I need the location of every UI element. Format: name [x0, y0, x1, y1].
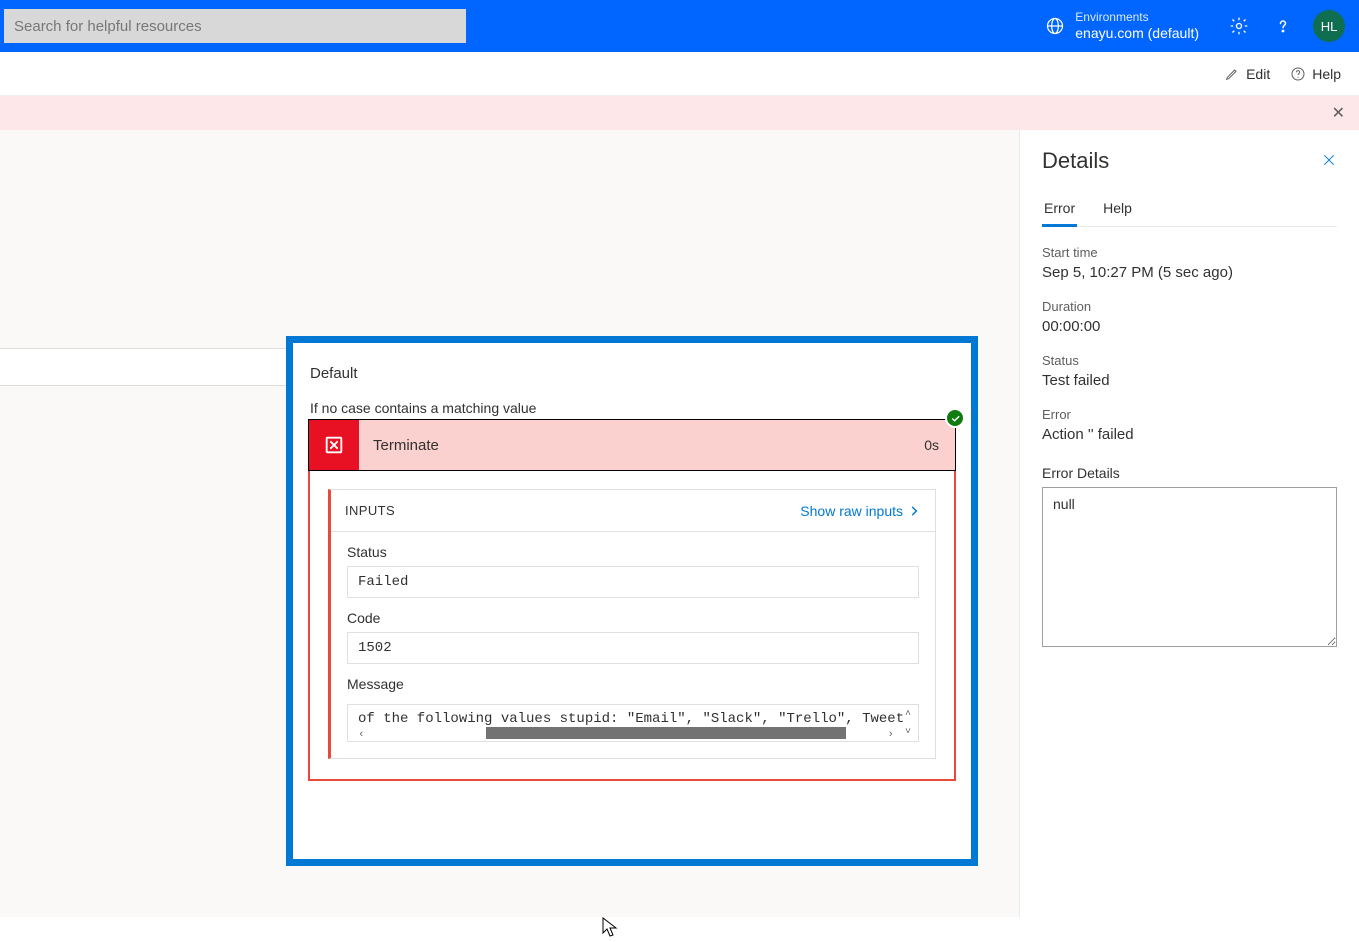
flow-card[interactable]: Default If no case contains a matching v… — [286, 336, 978, 866]
settings-button[interactable] — [1223, 10, 1255, 42]
question-circle-icon — [1290, 66, 1306, 82]
command-bar: Edit Help — [0, 52, 1359, 96]
scroll-arrows: ‹› — [356, 729, 896, 741]
status-success-badge — [945, 408, 965, 428]
terminate-action: Terminate 0s INPUTS Show raw inputs — [308, 419, 956, 781]
pencil-icon — [1224, 66, 1240, 82]
details-status-label: Status — [1042, 353, 1337, 368]
left-panel-strip — [0, 348, 286, 386]
help-button[interactable] — [1267, 10, 1299, 42]
details-error-label: Error — [1042, 407, 1337, 422]
check-icon — [950, 413, 961, 424]
details-tabs: Error Help — [1042, 192, 1337, 227]
inputs-label: INPUTS — [345, 503, 395, 518]
environment-picker[interactable]: Environments enayu.com (default) — [1045, 10, 1199, 41]
inputs-panel: INPUTS Show raw inputs Status Failed — [328, 489, 936, 759]
environment-icon — [1045, 16, 1065, 36]
vertical-scrollbar[interactable]: ˄ ˅ — [901, 709, 915, 737]
details-error-value: Action '' failed — [1042, 426, 1337, 443]
terminate-icon — [309, 420, 359, 470]
flow-canvas: Default If no case contains a matching v… — [0, 130, 1019, 917]
flow-card-title: Default — [293, 365, 971, 400]
close-icon — [1321, 152, 1337, 168]
mouse-cursor — [602, 917, 618, 939]
help-label: Help — [1312, 66, 1341, 82]
chevron-right-icon — [907, 504, 921, 518]
details-panel: Details Error Help Start time Sep 5, 10:… — [1019, 130, 1359, 917]
environment-label: Environments — [1075, 10, 1199, 24]
error-details-textarea[interactable] — [1042, 487, 1337, 647]
gear-icon — [1229, 16, 1249, 36]
app-header: Environments enayu.com (default) HL — [0, 0, 1359, 52]
status-field-label: Status — [347, 544, 919, 560]
action-duration: 0s — [908, 437, 955, 453]
error-details-label: Error Details — [1042, 465, 1337, 481]
banner-close-button[interactable]: ✕ — [1332, 103, 1345, 123]
status-field-value: Failed — [347, 566, 919, 598]
duration-label: Duration — [1042, 299, 1337, 314]
show-raw-inputs-link[interactable]: Show raw inputs — [800, 503, 921, 519]
edit-label: Edit — [1246, 66, 1270, 82]
details-status-value: Test failed — [1042, 372, 1337, 389]
action-name: Terminate — [359, 437, 908, 454]
action-header[interactable]: Terminate 0s — [308, 419, 956, 471]
duration-value: 00:00:00 — [1042, 318, 1337, 335]
avatar[interactable]: HL — [1313, 10, 1345, 42]
environment-value: enayu.com (default) — [1075, 25, 1199, 42]
message-field-value[interactable]: of the following values stupid: "Email",… — [347, 704, 919, 742]
start-time-value: Sep 5, 10:27 PM (5 sec ago) — [1042, 264, 1337, 281]
tab-error[interactable]: Error — [1042, 192, 1077, 226]
edit-button[interactable]: Edit — [1224, 66, 1270, 82]
search-input[interactable] — [4, 9, 466, 43]
details-close-button[interactable] — [1321, 152, 1337, 171]
notification-banner: ✕ — [0, 96, 1359, 130]
code-field-value: 1502 — [347, 632, 919, 664]
code-field-label: Code — [347, 610, 919, 626]
flow-card-subtitle: If no case contains a matching value — [293, 400, 971, 420]
details-title: Details — [1042, 148, 1109, 174]
help-command-button[interactable]: Help — [1290, 66, 1341, 82]
start-time-label: Start time — [1042, 245, 1337, 260]
tab-help[interactable]: Help — [1101, 192, 1134, 226]
question-icon — [1273, 16, 1293, 36]
message-field-label: Message — [347, 676, 919, 692]
